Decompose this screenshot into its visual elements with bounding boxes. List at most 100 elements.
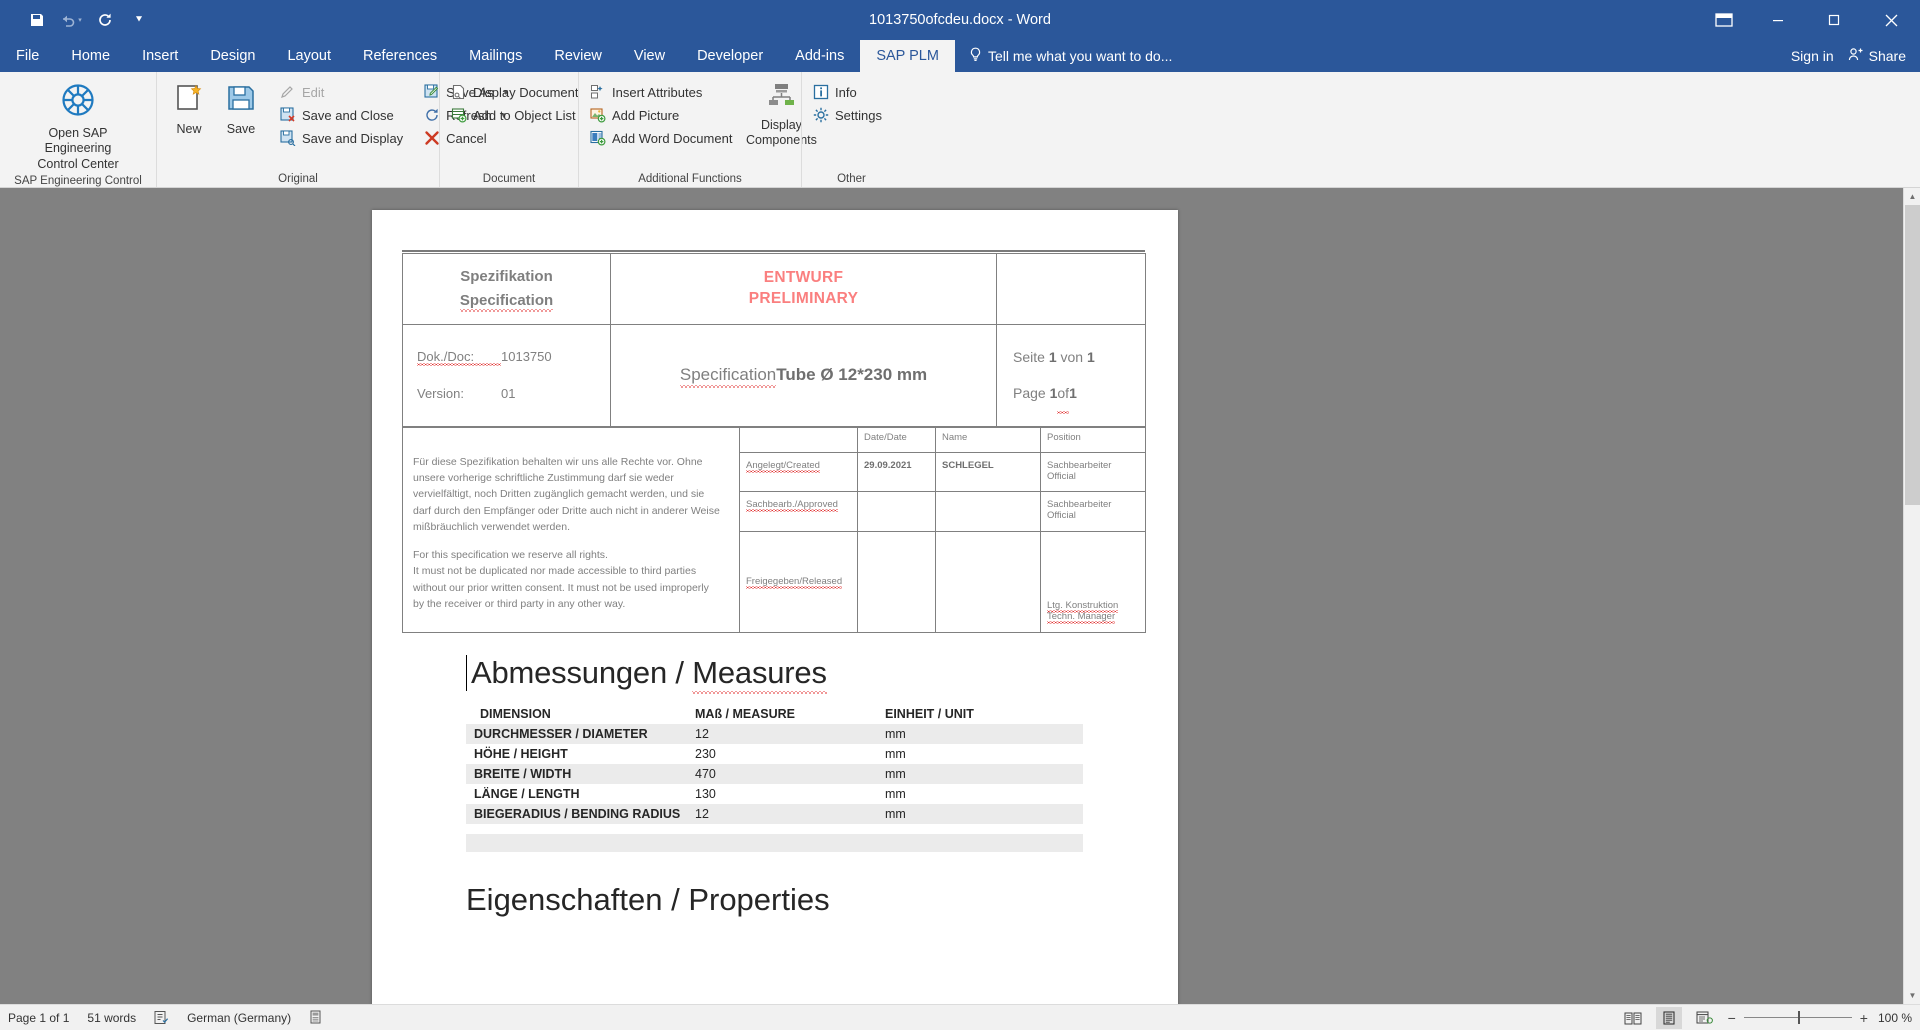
ribbon-group-document: Display Document Add to Object List Docu… (439, 72, 579, 187)
macro-recording-icon[interactable] (309, 1010, 322, 1025)
zoom-handle[interactable] (1797, 1011, 1800, 1024)
approval-role-created: Angelegt/Created (739, 452, 858, 493)
open-sap-ecc-button[interactable]: Open SAP Engineering Control Center (6, 79, 150, 173)
table-row: Für diese Spezifikation behalten wir uns… (402, 426, 1146, 634)
insert-attributes-button[interactable]: Insert Attributes (585, 81, 738, 103)
header-blank-cell (996, 253, 1146, 325)
additional-small-col: Insert Attributes Add Picture Add Word D… (585, 79, 738, 149)
close-button[interactable] (1862, 0, 1920, 40)
edit-button[interactable]: Edit (275, 81, 409, 103)
tab-view[interactable]: View (618, 40, 681, 72)
zoom-out-button[interactable]: − (1728, 1011, 1736, 1025)
info-button[interactable]: Info (808, 81, 888, 103)
ribbon: Open SAP Engineering Control Center SAP … (0, 72, 1920, 203)
save-icon[interactable] (22, 6, 52, 34)
measure-dimension: BIEGERADIUS / BENDING RADIUS (466, 804, 689, 825)
tab-review[interactable]: Review (538, 40, 618, 72)
doc-number-label: Dok./Doc: (417, 349, 501, 367)
table-row: DIMENSION MAß / MEASURE EINHEIT / UNIT (466, 704, 1083, 724)
table-row: Dok./Doc: 1013750 Version: 01 Specificat… (402, 324, 1146, 427)
measure-value (689, 834, 879, 853)
customize-qat-icon[interactable]: ⯆ (124, 6, 154, 34)
tab-sap-plm[interactable]: SAP PLM (860, 40, 955, 72)
spec-title-de: Spezifikation (460, 268, 553, 285)
undo-icon[interactable]: ▾ (56, 6, 86, 34)
measures-heading: Abmessungen / Abmessungen / MeasuresMeas… (466, 655, 827, 695)
add-picture-icon (589, 107, 606, 124)
restore-button[interactable] (1806, 0, 1862, 40)
share-button[interactable]: Share (1848, 47, 1906, 65)
page-info[interactable]: Page 1 of 1 (8, 1011, 69, 1025)
sign-in-button[interactable]: Sign in (1791, 48, 1834, 64)
redo-icon[interactable] (90, 6, 120, 34)
new-button[interactable]: New (163, 79, 215, 137)
measure-value: 470 (689, 764, 879, 785)
add-picture-button[interactable]: Add Picture (585, 104, 738, 126)
table-row: BREITE / WIDTH 470 mm (466, 764, 1083, 785)
tab-insert[interactable]: Insert (126, 40, 194, 72)
table-row (466, 834, 1083, 853)
minimize-button[interactable] (1750, 0, 1806, 40)
tab-add-ins[interactable]: Add-ins (779, 40, 860, 72)
zoom-in-button[interactable]: + (1860, 1011, 1868, 1025)
zoom-level[interactable]: 100 % (1878, 1011, 1912, 1025)
scroll-up-arrow-icon[interactable]: ▲ (1904, 188, 1920, 205)
vertical-scrollbar[interactable]: ▲ ▼ (1903, 188, 1920, 1004)
print-layout-view-button[interactable] (1655, 1006, 1682, 1029)
measure-dimension (466, 834, 689, 853)
zoom-track[interactable] (1743, 1011, 1852, 1024)
save-and-close-label: Save and Close (302, 107, 394, 123)
tab-references[interactable]: References (347, 40, 453, 72)
approvals-header-position: Position (1040, 426, 1146, 454)
table-row: LÄNGE / LENGTH 130 mm (466, 784, 1083, 804)
version-value: 01 (501, 386, 516, 402)
add-to-object-list-label: Add to Object List (473, 107, 576, 123)
original-small-col-1: Edit Save and Close Save and Display (275, 79, 409, 149)
status-bar: Page 1 of 1 51 words German (Germany) − … (0, 1004, 1920, 1030)
web-layout-view-button[interactable] (1692, 1007, 1718, 1029)
ribbon-group-sap-ecc: Open SAP Engineering Control Center SAP … (0, 72, 156, 203)
word-count[interactable]: 51 words (87, 1011, 136, 1025)
tell-me-search[interactable]: Tell me what you want to do... (955, 40, 1186, 72)
document-page[interactable]: Spezifikation Specification ENTWURF PREL… (372, 210, 1178, 1004)
settings-button[interactable]: Settings (808, 104, 888, 126)
cancel-icon (423, 130, 440, 147)
zoom-slider[interactable]: − + (1728, 1011, 1868, 1025)
legal-approvals-table: Für diese Spezifikation behalten wir uns… (402, 426, 1146, 634)
ribbon-group-additional-functions: Insert Attributes Add Picture Add Word D… (578, 72, 817, 187)
save-and-close-button[interactable]: Save and Close (275, 104, 409, 126)
approval-name-released (935, 530, 1041, 634)
ribbon-group-label-document: Document (482, 173, 536, 185)
save-and-display-label: Save and Display (302, 130, 404, 146)
measure-dimension: DURCHMESSER / DIAMETER (466, 724, 689, 745)
add-to-object-list-button[interactable]: Add to Object List (446, 104, 585, 126)
save-button[interactable]: Save (215, 79, 267, 137)
add-word-document-button[interactable]: Add Word Document (585, 127, 738, 149)
approval-role-approved: Sachbearb./Approved (739, 491, 858, 532)
proofing-errors-icon[interactable] (154, 1010, 169, 1025)
ribbon-display-options-icon[interactable] (1698, 0, 1750, 40)
ribbon-group-label-original: Original (278, 173, 318, 185)
tab-layout[interactable]: Layout (271, 40, 347, 72)
tab-home[interactable]: Home (55, 40, 126, 72)
save-disk-icon (226, 83, 256, 118)
scroll-thumb[interactable] (1905, 205, 1920, 505)
display-document-button[interactable]: Display Document (446, 81, 585, 103)
tab-design[interactable]: Design (194, 40, 271, 72)
table-row (466, 824, 1083, 834)
save-button-label: Save (226, 121, 256, 136)
page-count-de: Seite 1 von 1 (1013, 349, 1095, 365)
tab-file[interactable]: File (0, 40, 55, 72)
read-mode-view-button[interactable] (1620, 1007, 1646, 1029)
measure-unit (879, 834, 1083, 853)
table-row: BIEGERADIUS / BENDING RADIUS 12 mm (466, 804, 1083, 825)
measure-value: 12 (689, 804, 879, 825)
page-count-en: Page 1 of 1 (1013, 375, 1145, 415)
tab-developer[interactable]: Developer (681, 40, 779, 72)
save-and-display-button[interactable]: Save and Display (275, 127, 409, 149)
ribbon-group-label-sap-ecc: SAP Engineering Control Center (14, 174, 142, 203)
language-indicator[interactable]: German (Germany) (187, 1011, 291, 1025)
tab-mailings[interactable]: Mailings (453, 40, 538, 72)
measures-section: Abmessungen / Abmessungen / MeasuresMeas… (404, 633, 1146, 918)
scroll-down-arrow-icon[interactable]: ▼ (1904, 987, 1920, 1004)
